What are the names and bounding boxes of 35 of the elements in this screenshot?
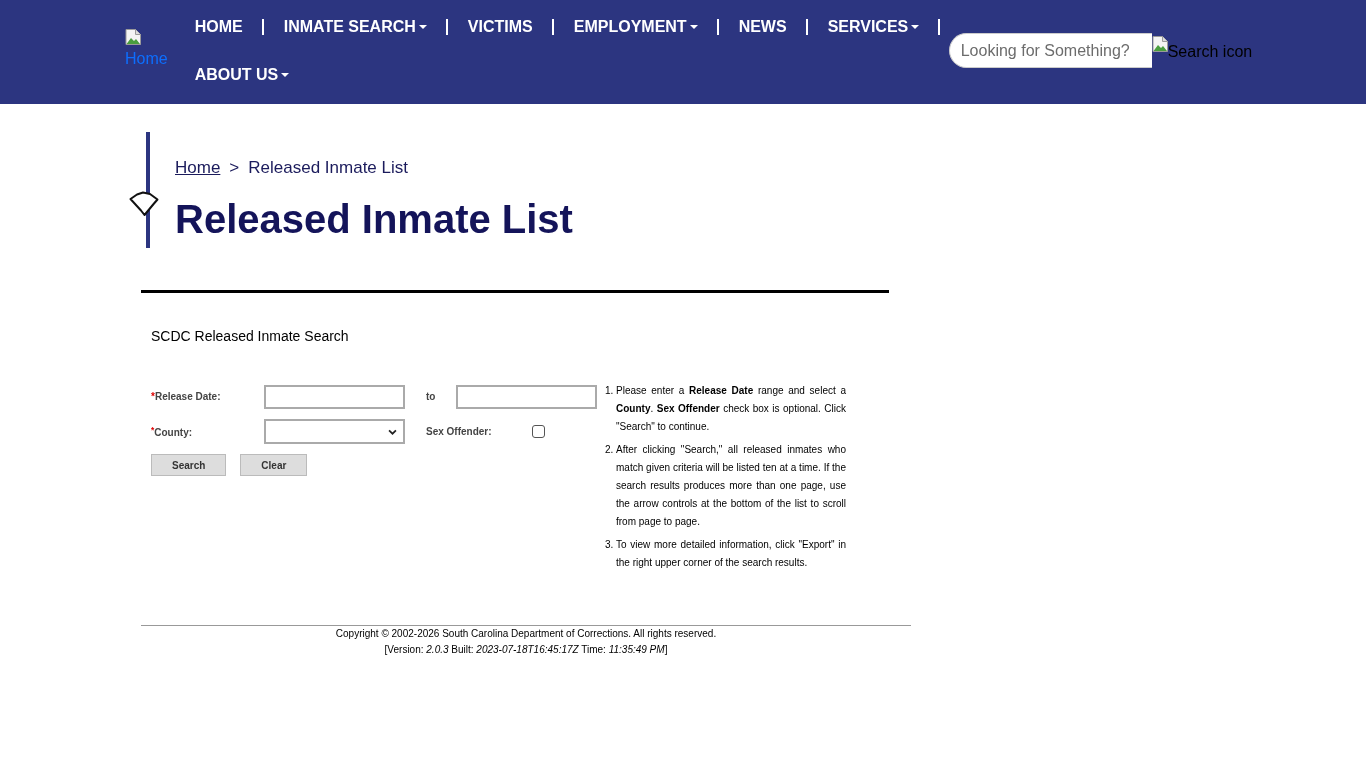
date-input[interactable]: [264, 384, 405, 409]
field-label: $^{*}$County:: [151, 424, 194, 439]
form-title: SCDC Released Inmate Search: [150, 328, 350, 344]
chevron-icon: [388, 428, 397, 435]
form-button[interactable]: Clear: [240, 454, 308, 476]
nav-link[interactable]: HOME: [194, 17, 243, 37]
date-input[interactable]: [456, 384, 597, 409]
nav-link[interactable]: ABOUT US: [194, 65, 290, 85]
nav-link[interactable]: NEWS: [738, 17, 787, 37]
breadcrumb-current: Released Inmate List: [248, 158, 408, 178]
instruction-text: To view more detailed information, click "Export" in the right upper corner of the search results.: [616, 538, 846, 570]
field-label: Sex Offender:: [426, 426, 493, 437]
list-number: 3.: [605, 538, 615, 552]
instruction-text: After clicking "Search," all released inmates who match given criteria will be listed ten at a time. If the search results produces more than one page, use the arrow controls at the bottom of the list to scroll from page to page.: [616, 443, 846, 529]
broken-image-icon: [125, 29, 141, 45]
nav-link[interactable]: SERVICES: [827, 17, 920, 37]
state-outline-icon: [129, 191, 159, 217]
field-label: to: [426, 391, 437, 402]
checkbox[interactable]: [532, 425, 545, 438]
nav-link[interactable]: INMATE SEARCH: [283, 17, 427, 37]
nav-link[interactable]: EMPLOYMENT: [573, 17, 698, 37]
page-title: Released Inmate List: [175, 196, 574, 242]
dropdown-field[interactable]: [264, 419, 405, 444]
list-number: 2.: [605, 443, 615, 457]
copyright-text: Copyright © 2002-2026 South Carolina Department of Corrections. All rights reserved.: [334, 627, 718, 641]
form-button[interactable]: Search: [151, 454, 227, 476]
breadcrumb-separator: >: [229, 158, 240, 178]
version-text: [Version: 2.0.3 Built: 2023-07-18T16:45:17Z Time: 11:35:49 PM]: [383, 643, 669, 657]
breadcrumb-link[interactable]: Home: [175, 158, 221, 178]
field-label: *Release Date:: [151, 391, 222, 402]
nav-link[interactable]: VICTIMS: [467, 17, 533, 37]
broken-image-icon: [1151, 36, 1168, 52]
instruction-text: Please enter a Release Date range and select a County. Sex Offender check box is optional. Click "Search" to continue.: [616, 384, 846, 434]
search-field[interactable]: Looking for Something?: [948, 33, 1152, 68]
list-number: 1.: [605, 384, 615, 398]
